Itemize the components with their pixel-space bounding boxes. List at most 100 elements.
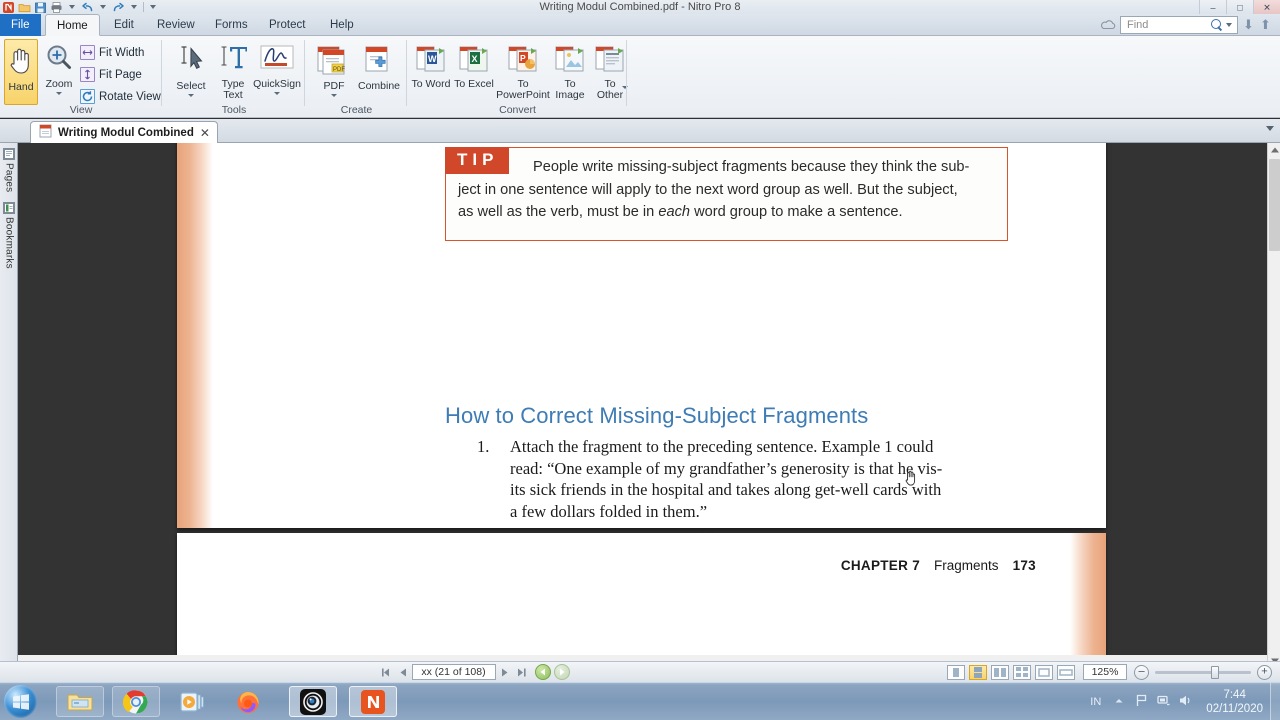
zoom-out-button[interactable]: – <box>1134 664 1149 680</box>
tip-emphasis: each <box>658 204 691 220</box>
taskbar-google-chrome[interactable] <box>112 686 160 717</box>
convert-to-other-button[interactable]: To Other <box>590 39 630 105</box>
zoom-slider-thumb[interactable] <box>1211 665 1219 679</box>
convert-to-powerpoint-button[interactable]: P To PowerPoint <box>496 39 550 105</box>
document-tab[interactable]: Writing Modul Combined ✕ <box>30 121 218 143</box>
quicksign-dropdown-caret-icon[interactable] <box>274 92 280 95</box>
find-next-icon[interactable]: ⬇ <box>1242 17 1255 33</box>
page-left-edge-gradient <box>177 143 213 528</box>
fit-width-label: Fit Width <box>99 46 145 59</box>
select-tool-button[interactable]: Select <box>171 39 211 105</box>
next-page-button[interactable] <box>496 665 513 680</box>
convert-to-image-button[interactable]: To Image <box>550 39 590 105</box>
tip-line-2: ject in one sentence will apply to the n… <box>458 181 958 198</box>
tab-edit[interactable]: Edit <box>103 14 145 36</box>
ribbon-group-convert-label: Convert <box>499 104 536 116</box>
minimize-button[interactable]: – <box>1199 0 1226 15</box>
facing-pages-mode-button[interactable] <box>991 664 1009 680</box>
taskbar-clock[interactable]: 7:44 02/11/2020 <box>1199 688 1270 716</box>
sidebar-item-pages[interactable]: Pages <box>0 145 18 192</box>
convert-to-excel-button[interactable]: X To Excel <box>454 39 494 105</box>
taskbar-windows-explorer[interactable] <box>56 686 104 717</box>
fit-page-mode-button[interactable] <box>1035 664 1053 680</box>
combine-button[interactable]: Combine <box>356 39 402 105</box>
chrome-icon <box>123 689 148 713</box>
close-button[interactable]: ✕ <box>1253 0 1280 15</box>
fit-width-mode-button[interactable] <box>1057 664 1075 680</box>
find-input[interactable]: Find <box>1120 16 1238 34</box>
zoom-slider[interactable] <box>1155 665 1251 679</box>
hand-cursor-pointer <box>903 468 919 486</box>
quicksign-button[interactable]: QuickSign <box>253 39 301 105</box>
page-number: 173 <box>1012 558 1036 573</box>
show-desktop-button[interactable] <box>1270 683 1280 720</box>
zoom-dropdown-caret-icon[interactable] <box>56 92 62 95</box>
document-viewport[interactable]: TIP People write missing-subject fragmen… <box>18 143 1267 667</box>
close-icon[interactable]: ✕ <box>200 126 210 140</box>
group-separator <box>626 40 627 106</box>
maximize-button[interactable]: □ <box>1226 0 1253 15</box>
action-center-flag-icon[interactable] <box>1134 693 1149 711</box>
sidebar-item-bookmarks[interactable]: Bookmarks <box>0 199 18 269</box>
taskbar-nitro-pro[interactable] <box>349 686 397 717</box>
page-number-input[interactable]: xx (21 of 108) <box>411 664 496 680</box>
tab-forms[interactable]: Forms <box>204 14 259 36</box>
tab-file[interactable]: File <box>0 14 41 36</box>
ribbon-group-view: Hand Zoom Fit Width Fit Page Rotate View… <box>0 36 162 118</box>
continuous-page-mode-button[interactable] <box>969 664 987 680</box>
fit-page-button[interactable]: Fit Page <box>80 65 142 84</box>
tab-review[interactable]: Review <box>146 14 206 36</box>
create-pdf-button[interactable]: PDF PDF <box>312 39 356 105</box>
zoom-level-input[interactable]: 125% <box>1083 664 1127 680</box>
hand-tool-button[interactable]: Hand <box>4 39 38 105</box>
continuous-facing-mode-button[interactable] <box>1013 664 1031 680</box>
first-page-button[interactable] <box>378 665 395 680</box>
language-indicator[interactable]: IN <box>1085 696 1106 708</box>
taskbar-camera-app[interactable] <box>289 686 337 717</box>
windows-taskbar: IN 7:44 02/11/2020 <box>0 682 1280 720</box>
select-dropdown-caret-icon[interactable] <box>188 94 194 97</box>
magnifier-icon[interactable] <box>1211 19 1223 31</box>
find-options-caret-icon[interactable] <box>1226 23 1232 27</box>
last-page-button[interactable] <box>513 665 530 680</box>
chevron-down-icon[interactable] <box>1266 126 1274 131</box>
ribbon-group-create-label: Create <box>340 104 373 116</box>
clock-time: 7:44 <box>1223 689 1246 701</box>
single-page-mode-button[interactable] <box>947 664 965 680</box>
taskbar-media-player[interactable] <box>168 686 216 717</box>
tab-help[interactable]: Help <box>319 14 365 36</box>
type-text-button[interactable]: Type Text <box>213 39 253 105</box>
vertical-scrollbar[interactable] <box>1267 143 1280 667</box>
zoom-magnifier-icon <box>44 43 74 76</box>
minimize-icon: – <box>1210 2 1216 12</box>
tab-home[interactable]: Home <box>45 14 100 36</box>
cloud-icon[interactable] <box>1100 18 1116 32</box>
navigate-back-button[interactable] <box>534 664 551 680</box>
scroll-up-button[interactable] <box>1268 143 1280 156</box>
to-other-icon <box>593 43 627 76</box>
sidebar-item-bookmarks-label: Bookmarks <box>3 217 15 269</box>
fit-width-button[interactable]: Fit Width <box>80 43 144 62</box>
network-icon[interactable] <box>1156 693 1171 711</box>
zoom-tool-button[interactable]: Zoom <box>42 39 76 105</box>
navigate-forward-button[interactable] <box>553 664 570 680</box>
scrollbar-thumb[interactable] <box>1269 159 1280 251</box>
plus-icon: + <box>1261 665 1268 678</box>
taskbar-firefox[interactable] <box>224 686 272 717</box>
start-button[interactable] <box>4 685 37 718</box>
pdf-page-current: TIP People write missing-subject fragmen… <box>177 143 1106 625</box>
show-hidden-icons-icon[interactable] <box>1112 694 1126 711</box>
tab-protect[interactable]: Protect <box>258 14 316 36</box>
zoom-in-button[interactable]: + <box>1257 664 1272 680</box>
sidebar-item-pages-label: Pages <box>3 163 15 193</box>
convert-to-other-caret-icon[interactable] <box>622 86 628 89</box>
convert-to-word-button[interactable]: W To Word <box>411 39 451 105</box>
tip-text: People write missing-subject fragments b… <box>446 148 1007 224</box>
svg-text:W: W <box>428 54 437 64</box>
quicksign-label: QuickSign <box>253 78 301 90</box>
create-pdf-dropdown-caret-icon[interactable] <box>331 94 337 97</box>
find-previous-icon[interactable]: ⬆ <box>1259 17 1272 33</box>
previous-page-button[interactable] <box>395 665 412 680</box>
clock-date: 02/11/2020 <box>1206 703 1263 715</box>
volume-icon[interactable] <box>1178 693 1193 711</box>
